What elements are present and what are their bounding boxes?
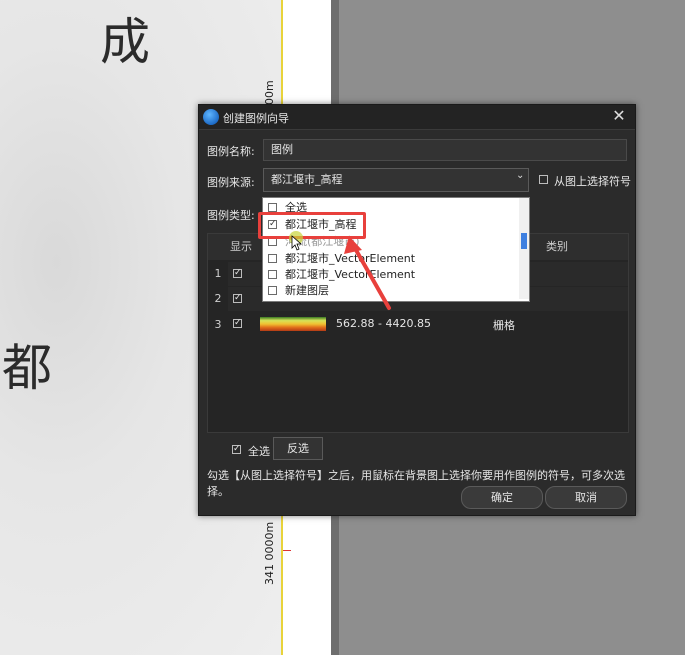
dropdown-item-label: 都江堰市_VectorElement [285, 268, 416, 281]
dropdown-item-checkbox[interactable] [268, 203, 277, 212]
app-logo-icon [203, 109, 219, 125]
dropdown-item-checkbox[interactable] [268, 270, 277, 279]
chevron-down-icon: ⌄ [516, 170, 525, 181]
cancel-button[interactable]: 取消 [545, 486, 627, 509]
row-number: 1 [214, 267, 222, 280]
map-tick [283, 550, 291, 551]
row-visible-checkbox[interactable]: ✓ [233, 319, 242, 328]
select-all-checkbox[interactable]: ✓ [232, 445, 241, 454]
row-category: 栅格 [493, 319, 515, 332]
invert-selection-button[interactable]: 反选 [273, 437, 323, 460]
row-number: 2 [214, 292, 222, 305]
legend-type-label: 图例类型: [207, 209, 255, 222]
dropdown-item[interactable]: 新建图层 [263, 283, 519, 299]
close-icon[interactable]: ✕ [611, 107, 627, 125]
dialog-titlebar[interactable]: 创建图例向导 ✕ [199, 105, 635, 130]
pick-from-map-checkbox[interactable] [539, 175, 548, 184]
row-value-range: 562.88 - 4420.85 [336, 317, 431, 330]
dropdown-item[interactable]: 都江堰市_VectorElement [263, 251, 519, 267]
column-header-category[interactable]: 类别 [546, 234, 606, 260]
row-visible-checkbox[interactable]: ✓ [233, 269, 242, 278]
ok-button[interactable]: 确定 [461, 486, 543, 509]
legend-name-input[interactable]: 图例 [263, 139, 627, 161]
dropdown-item-checkbox[interactable] [268, 286, 277, 295]
elevation-color-ramp [260, 317, 326, 331]
row-visible-checkbox[interactable]: ✓ [233, 294, 242, 303]
dropdown-scrollbar[interactable] [519, 198, 529, 299]
legend-source-value: 都江堰市_高程 [271, 173, 343, 186]
legend-source-label: 图例来源: [207, 176, 255, 189]
dropdown-item-checkbox[interactable] [268, 254, 277, 263]
legend-source-select[interactable]: 都江堰市_高程 ⌄ [263, 168, 529, 192]
map-label-cheng: 成 [100, 13, 150, 71]
legend-name-label: 图例名称: [207, 145, 255, 158]
dropdown-scrollbar-thumb[interactable] [521, 233, 527, 249]
select-all-label: 全选 [248, 445, 270, 458]
annotation-highlight-box [258, 212, 366, 239]
dropdown-item-label: 都江堰市_VectorElement [285, 252, 416, 265]
pick-from-map-label: 从图上选择符号 [554, 175, 631, 188]
dropdown-item[interactable]: 都江堰市_VectorElement [263, 267, 519, 283]
map-coord-top: 00m [263, 80, 276, 105]
map-coord-bottom: 341 0000m [263, 521, 276, 585]
dialog-title: 创建图例向导 [223, 112, 289, 125]
row-number: 3 [214, 318, 222, 331]
dropdown-item-label: 新建图层 [285, 284, 329, 297]
legend-wizard-dialog: 创建图例向导 ✕ 图例名称: 图例 图例来源: 都江堰市_高程 ⌄ 从图上选择符… [198, 104, 636, 516]
map-label-du: 都 [2, 339, 52, 397]
